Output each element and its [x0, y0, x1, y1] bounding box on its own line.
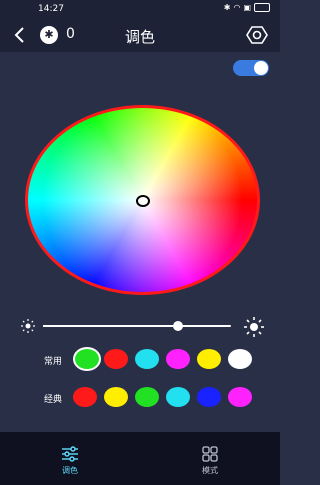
classic-color-swatch-3[interactable]	[135, 387, 159, 407]
page-title: 调色	[124, 28, 155, 46]
nav-tab-tune[interactable]: 调色	[0, 432, 140, 485]
settings-icon[interactable]	[246, 24, 268, 46]
common-colors-label: 常用	[44, 357, 63, 367]
grid-icon	[202, 446, 218, 462]
classic-color-swatch-4[interactable]	[166, 387, 190, 407]
slider-track[interactable]	[43, 321, 231, 331]
common-color-swatch-3[interactable]	[135, 349, 159, 369]
nav-tab-tune-label: 调色	[62, 466, 78, 475]
classic-color-swatch-1[interactable]	[73, 387, 97, 407]
classic-color-swatch-5[interactable]	[197, 387, 221, 407]
bottom-nav: 调色 模式	[0, 432, 280, 485]
signal-icon: ▣	[243, 3, 251, 12]
common-colors-row: 常用	[0, 347, 280, 373]
battery-icon	[254, 3, 270, 12]
header: ✱ 0 调色	[0, 18, 280, 52]
status-time: 14:27	[38, 4, 64, 14]
power-toggle[interactable]	[233, 60, 269, 76]
brightness-high-icon	[244, 317, 264, 337]
nav-tab-mode[interactable]: 模式	[140, 432, 280, 485]
brightness-low-icon	[21, 319, 35, 333]
color-wheel[interactable]	[25, 105, 260, 295]
slider-fill	[43, 325, 179, 327]
classic-color-swatch-6[interactable]	[228, 387, 252, 407]
common-color-swatch-5[interactable]	[197, 349, 221, 369]
nav-tab-mode-label: 模式	[202, 466, 218, 475]
color-wheel-cursor[interactable]	[136, 195, 150, 207]
common-color-swatch-1[interactable]	[73, 347, 101, 371]
sliders-icon	[62, 446, 78, 462]
status-bar: 14:27 ✱ ◠ ▣	[0, 0, 280, 18]
toggle-knob	[254, 61, 268, 75]
classic-colors-label: 经典	[44, 395, 63, 405]
wifi-icon: ◠	[233, 3, 241, 12]
bluetooth-status-icon: ✱	[223, 3, 231, 12]
common-color-swatch-2[interactable]	[104, 349, 128, 369]
status-icons: ✱ ◠ ▣	[224, 3, 270, 12]
common-color-swatch-6[interactable]	[228, 349, 252, 369]
common-color-swatch-4[interactable]	[166, 349, 190, 369]
brightness-slider[interactable]	[20, 316, 265, 337]
classic-color-swatch-2[interactable]	[104, 387, 128, 407]
slider-thumb[interactable]	[173, 321, 184, 331]
classic-colors-row: 经典	[0, 387, 280, 411]
